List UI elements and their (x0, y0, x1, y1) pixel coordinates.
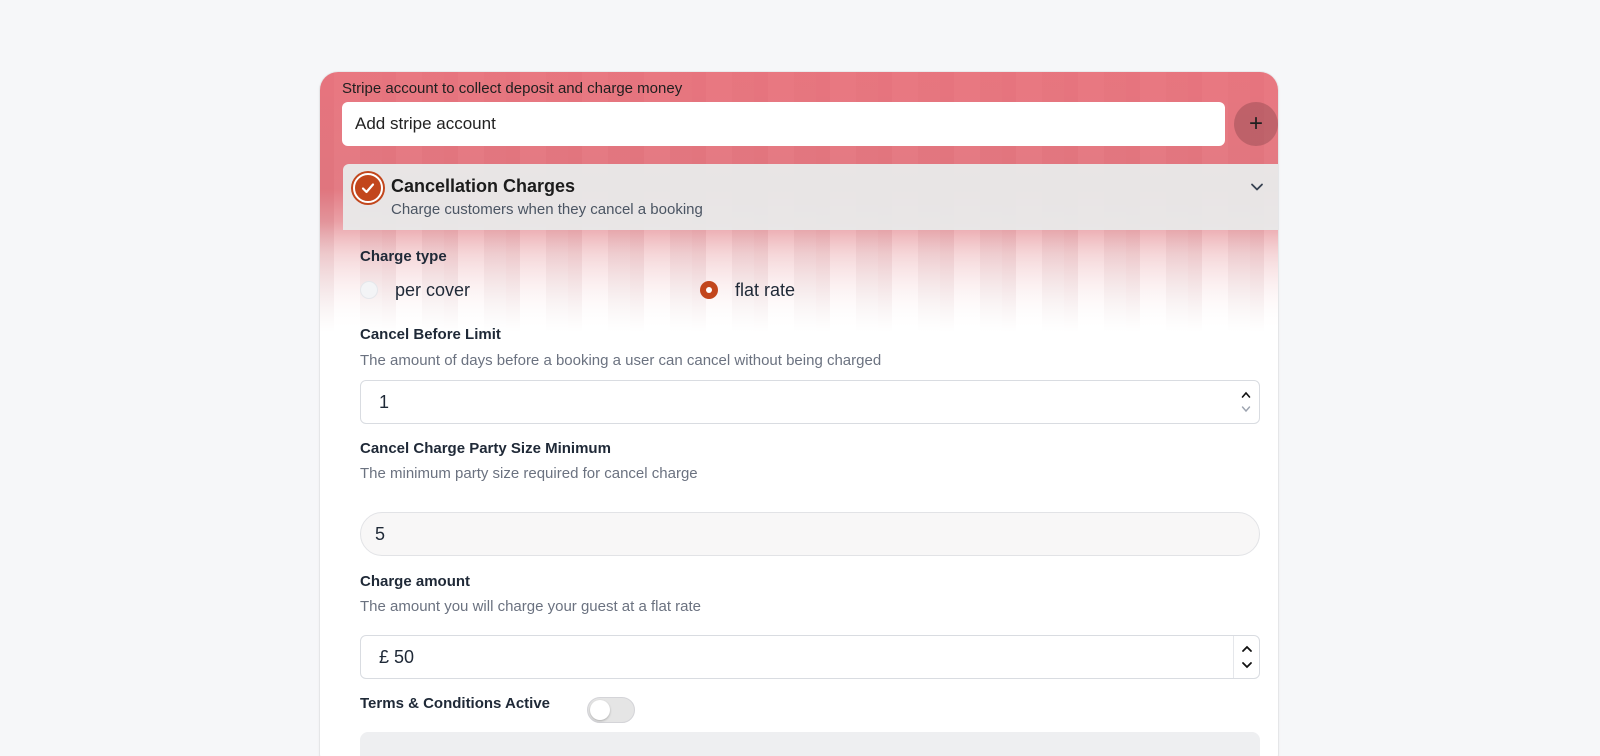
chevron-down-icon[interactable] (1241, 405, 1251, 413)
chevron-down-icon[interactable] (1241, 661, 1253, 669)
charge-amount-input[interactable]: £ 50 (360, 635, 1260, 679)
radio-flat-rate[interactable] (700, 281, 718, 299)
cancel-before-limit-input[interactable]: 1 (360, 380, 1260, 424)
radio-per-cover[interactable] (360, 281, 378, 299)
chevron-up-icon[interactable] (1241, 645, 1253, 653)
plus-icon: + (1248, 110, 1263, 137)
terms-text-area[interactable] (360, 732, 1260, 756)
charge-type-label: Charge type (360, 248, 447, 265)
stripe-account-label: Stripe account to collect deposit and ch… (342, 80, 683, 97)
cancel-before-limit-value: 1 (379, 391, 390, 412)
charge-amount-label: Charge amount (360, 573, 471, 590)
radio-per-cover-label: per cover (395, 280, 471, 300)
section-title: Cancellation Charges (391, 176, 576, 196)
toggle-knob (590, 700, 610, 720)
terms-active-label: Terms & Conditions Active (360, 695, 551, 712)
amount-stepper[interactable] (1233, 636, 1259, 678)
checkmark-icon[interactable] (353, 173, 383, 203)
cancellation-charges-header[interactable]: Cancellation Charges Charge customers wh… (343, 164, 1278, 230)
cancel-before-limit-label: Cancel Before Limit (360, 326, 501, 343)
stripe-account-value: Add stripe account (355, 114, 496, 133)
terms-active-toggle[interactable] (587, 697, 635, 723)
charge-amount-value: £ 50 (379, 646, 415, 667)
party-size-minimum-value: 5 (375, 523, 386, 544)
section-subtitle: Charge customers when they cancel a book… (391, 201, 703, 218)
party-size-minimum-input[interactable]: 5 (360, 512, 1260, 556)
cancel-before-limit-help: The amount of days before a booking a us… (360, 352, 882, 369)
stripe-account-select[interactable]: Add stripe account (342, 102, 1225, 146)
party-size-minimum-help: The minimum party size required for canc… (360, 465, 698, 482)
radio-flat-rate-label: flat rate (735, 280, 796, 300)
chevron-up-icon[interactable] (1241, 391, 1251, 399)
add-stripe-account-button[interactable]: + (1234, 102, 1278, 146)
chevron-down-icon[interactable] (1246, 176, 1268, 198)
cancellation-settings-card: Stripe account to collect deposit and ch… (320, 72, 1278, 756)
charge-amount-help: The amount you will charge your guest at… (360, 598, 702, 615)
party-size-minimum-label: Cancel Charge Party Size Minimum (360, 440, 611, 457)
number-stepper[interactable] (1233, 381, 1259, 423)
